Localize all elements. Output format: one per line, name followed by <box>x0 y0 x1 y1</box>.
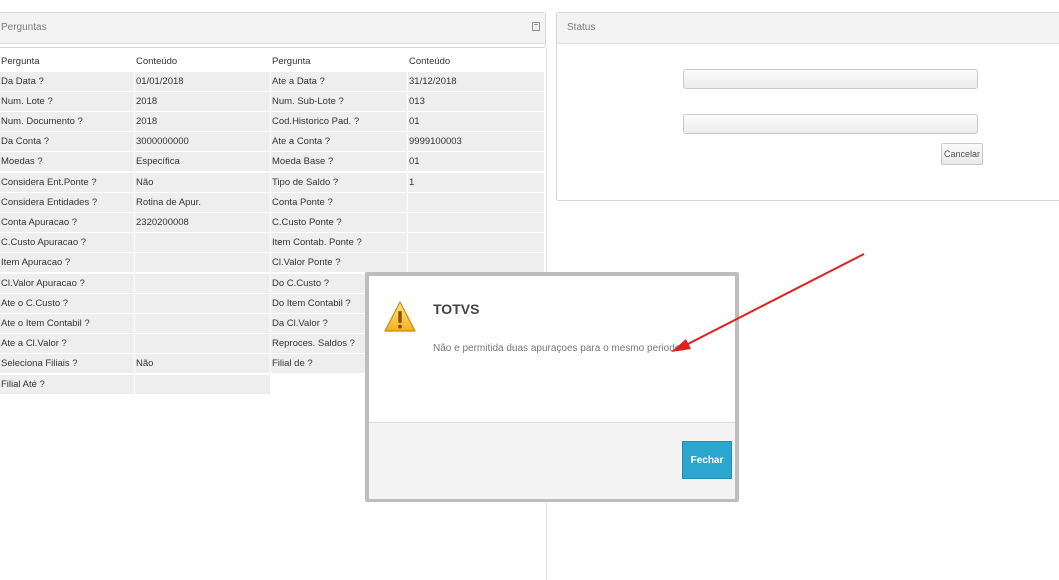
answer-cell[interactable]: Não <box>135 172 270 192</box>
answer-cell[interactable] <box>135 233 270 253</box>
answer-cell[interactable]: 2018 <box>135 111 270 131</box>
question-cell: Ate o C.Custo ? <box>0 293 134 313</box>
question-cell: Conta Apuracao ? <box>0 212 134 232</box>
question-cell: Tipo de Saldo ? <box>271 172 407 192</box>
answer-cell[interactable]: Específica <box>135 152 270 172</box>
question-cell: Seleciona Filiais ? <box>0 354 134 374</box>
question-cell: Cod.Historico Pad. ? <box>271 111 407 131</box>
question-cell: Cl.Valor Apuracao ? <box>0 273 134 293</box>
warning-icon <box>384 301 416 332</box>
answer-cell[interactable]: 2018 <box>135 91 270 111</box>
status-panel-header: Status <box>557 13 1059 44</box>
answer-cell[interactable]: 01 <box>408 111 544 131</box>
answer-cell[interactable]: Não <box>135 354 270 374</box>
answer-cell[interactable] <box>135 313 270 333</box>
restore-window-icon[interactable] <box>532 22 540 31</box>
question-cell: Ate a Data ? <box>271 71 407 91</box>
answer-cell[interactable]: 01/01/2018 <box>135 71 270 91</box>
question-cell: Num. Documento ? <box>0 111 134 131</box>
answer-cell[interactable] <box>135 293 270 313</box>
question-cell: C.Custo Ponte ? <box>271 212 407 232</box>
question-cell: C.Custo Apuracao ? <box>0 233 134 253</box>
answer-cell[interactable]: 013 <box>408 91 544 111</box>
question-cell: Considera Entidades ? <box>0 192 134 212</box>
question-cell: Moeda Base ? <box>271 152 407 172</box>
question-cell: Ate a Conta ? <box>271 132 407 152</box>
question-cell: Moedas ? <box>0 152 134 172</box>
progress-bar-secondary <box>683 114 978 134</box>
status-panel-title: Status <box>567 22 596 33</box>
answer-cell[interactable]: 2320200008 <box>135 212 270 232</box>
question-cell: Considera Ent.Ponte ? <box>0 172 134 192</box>
answer-cell[interactable]: 9999100003 <box>408 132 544 152</box>
question-cell: Cl.Valor Ponte ? <box>271 253 407 273</box>
column-header-pergunta-2: Pergunta <box>272 56 311 67</box>
question-cell: Item Contab. Ponte ? <box>271 233 407 253</box>
answer-cell[interactable]: 01 <box>408 152 544 172</box>
column-header-conteudo: Conteúdo <box>136 56 178 67</box>
question-cell: Ate a Cl.Valor ? <box>0 334 134 354</box>
answer-cell[interactable]: 31/12/2018 <box>408 71 544 91</box>
dialog-footer <box>369 422 735 499</box>
perguntas-panel-header: Perguntas <box>0 13 545 44</box>
answer-cell[interactable] <box>135 374 270 394</box>
question-cell: Num. Sub-Lote ? <box>271 91 407 111</box>
question-cell: Da Data ? <box>0 71 134 91</box>
answer-cell[interactable] <box>135 334 270 354</box>
perguntas-panel: Perguntas <box>0 12 546 48</box>
alert-dialog: TOTVS Não e permitida duas apuraçoes par… <box>369 276 735 499</box>
question-cell: Ate o Item Contabil ? <box>0 313 134 333</box>
progress-bar <box>683 69 978 89</box>
perguntas-panel-title: Perguntas <box>1 22 47 33</box>
question-cell: Conta Ponte ? <box>271 192 407 212</box>
answer-cell[interactable]: 3000000000 <box>135 132 270 152</box>
question-cell: Num. Lote ? <box>0 91 134 111</box>
status-panel: Status Cancelar <box>556 12 1059 201</box>
answer-cell[interactable] <box>408 192 544 212</box>
question-cell: Filial Até ? <box>0 374 134 394</box>
question-cell: Item Apuracao ? <box>0 253 134 273</box>
answer-cell[interactable] <box>135 273 270 293</box>
column-header-conteudo-2: Conteúdo <box>409 56 451 67</box>
column-header-pergunta: Pergunta <box>1 56 40 67</box>
close-dialog-button[interactable]: Fechar <box>682 441 732 479</box>
cancel-button[interactable]: Cancelar <box>941 143 983 165</box>
dialog-message: Não e permitida duas apuraçoes para o me… <box>433 343 684 354</box>
answer-cell[interactable]: Rotina de Apur. <box>135 192 270 212</box>
answer-cell[interactable] <box>135 253 270 273</box>
answer-cell[interactable] <box>408 253 544 273</box>
answer-cell[interactable] <box>408 233 544 253</box>
dialog-title: TOTVS <box>433 301 480 317</box>
question-cell: Da Conta ? <box>0 132 134 152</box>
answer-cell[interactable]: 1 <box>408 172 544 192</box>
answer-cell[interactable] <box>408 212 544 232</box>
